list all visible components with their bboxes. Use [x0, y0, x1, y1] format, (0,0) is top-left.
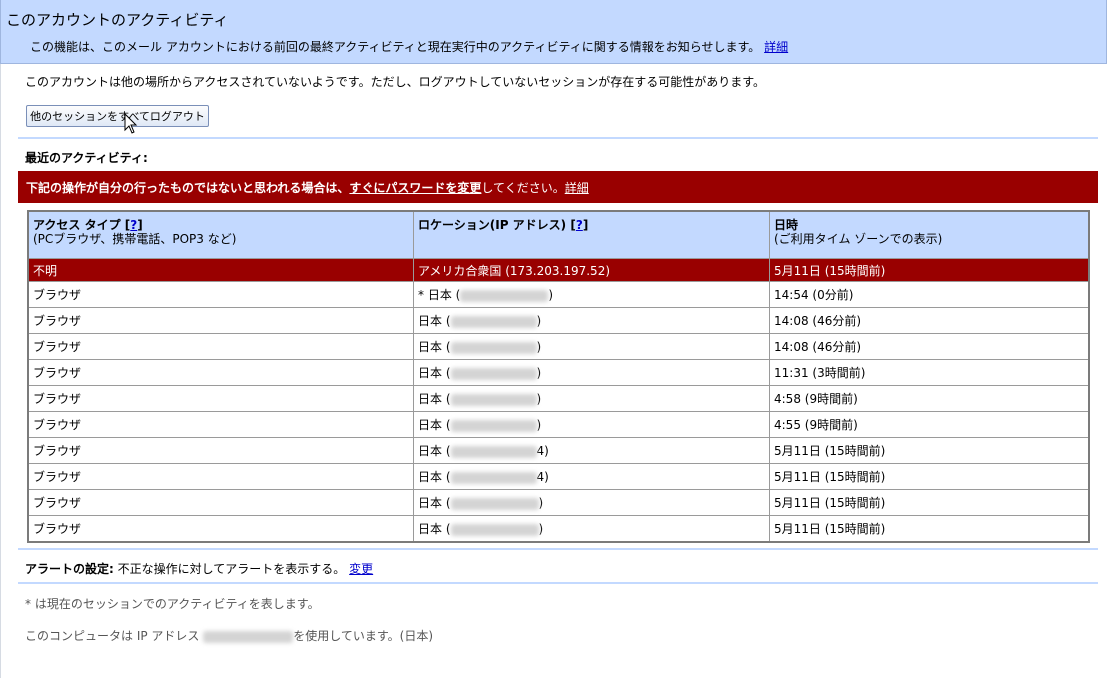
location-cell: 日本 () [413, 333, 770, 360]
warning-details-link[interactable]: 詳細 [565, 181, 589, 195]
location-cell: 日本 () [413, 411, 770, 438]
table-row: ブラウザ * 日本 () 14:54 (0分前) [27, 281, 1090, 308]
time-cell: 5月11日 (15時間前) [769, 489, 1090, 516]
location-cell: 日本 () [413, 489, 770, 516]
location-header: ロケーション(IP アドレス) [?] [413, 210, 770, 259]
time-cell: 5月11日 (15時間前) [769, 258, 1090, 282]
session-notice: このアカウントは他の場所からアクセスされていないようです。ただし、ログアウトして… [25, 75, 766, 89]
access-type-cell: ブラウザ [27, 307, 414, 334]
table-row: ブラウザ 日本 () 11:31 (3時間前) [27, 359, 1090, 386]
activity-table: アクセス タイプ [?] (PCブラウザ、携帯電話、POP3 など) ロケーショ… [27, 210, 1090, 543]
access-type-cell: 不明 [27, 258, 414, 282]
redacted-ip [450, 445, 537, 458]
access-type-cell: ブラウザ [27, 411, 414, 438]
location-help-link[interactable]: ? [576, 218, 583, 232]
location-cell: アメリカ合衆国 (173.203.197.52) [413, 258, 770, 282]
ip-address-note: このコンピュータは IP アドレス を使用しています。(日本) [25, 629, 434, 643]
time-cell: 14:54 (0分前) [769, 281, 1090, 308]
location-cell: 日本 () [413, 359, 770, 386]
section-divider [18, 548, 1098, 550]
table-row-alert: 不明 アメリカ合衆国 (173.203.197.52) 5月11日 (15時間前… [27, 258, 1090, 282]
access-type-cell: ブラウザ [27, 359, 414, 386]
time-cell: 4:58 (9時間前) [769, 385, 1090, 412]
redacted-ip [450, 393, 537, 406]
redacted-ip [450, 315, 537, 328]
alert-setting: アラートの設定: 不正な操作に対してアラートを表示する。 変更 [25, 560, 373, 577]
redacted-ip [450, 497, 539, 510]
table-row: ブラウザ 日本 () 4:55 (9時間前) [27, 411, 1090, 438]
table-row: ブラウザ 日本 (4) 5月11日 (15時間前) [27, 463, 1090, 490]
table-row: ブラウザ 日本 () 5月11日 (15時間前) [27, 515, 1090, 543]
page-header: このアカウントのアクティビティ この機能は、このメール アカウントにおける前回の… [0, 0, 1107, 64]
table-header-row: アクセス タイプ [?] (PCブラウザ、携帯電話、POP3 など) ロケーショ… [27, 210, 1090, 259]
header-details-link[interactable]: 詳細 [764, 40, 788, 54]
location-cell: 日本 (4) [413, 463, 770, 490]
alert-setting-text: 不正な操作に対してアラートを表示する。 [117, 562, 346, 576]
datetime-header: 日時 (ご利用タイム ゾーンでの表示) [769, 210, 1090, 259]
access-type-header: アクセス タイプ [?] (PCブラウザ、携帯電話、POP3 など) [27, 210, 414, 259]
page-title: このアカウントのアクティビティ [6, 11, 229, 29]
redacted-ip [460, 289, 549, 302]
time-cell: 5月11日 (15時間前) [769, 463, 1090, 490]
location-cell: * 日本 () [413, 281, 770, 308]
time-cell: 5月11日 (15時間前) [769, 515, 1090, 543]
redacted-ip [450, 341, 537, 354]
access-type-cell: ブラウザ [27, 281, 414, 308]
time-cell: 5月11日 (15時間前) [769, 437, 1090, 464]
description-text: この機能は、このメール アカウントにおける前回の最終アクティビティと現在実行中の… [30, 40, 761, 54]
recent-activity-label: 最近のアクティビティ: [25, 151, 148, 165]
page-description: この機能は、このメール アカウントにおける前回の最終アクティビティと現在実行中の… [30, 38, 788, 55]
time-cell: 14:08 (46分前) [769, 333, 1090, 360]
change-password-link[interactable]: すぐにパスワードを変更 [349, 181, 481, 195]
location-cell: 日本 () [413, 385, 770, 412]
table-row: ブラウザ 日本 () 14:08 (46分前) [27, 307, 1090, 334]
access-type-cell: ブラウザ [27, 437, 414, 464]
left-divider [0, 64, 1, 678]
warning-text-after: してください。 [481, 181, 565, 195]
section-divider [18, 582, 1098, 584]
access-type-cell: ブラウザ [27, 333, 414, 360]
location-cell: 日本 (4) [413, 437, 770, 464]
alert-setting-label: アラートの設定: [25, 562, 114, 576]
access-type-cell: ブラウザ [27, 385, 414, 412]
redacted-ip [450, 419, 537, 432]
table-row: ブラウザ 日本 (4) 5月11日 (15時間前) [27, 437, 1090, 464]
time-cell: 11:31 (3時間前) [769, 359, 1090, 386]
access-type-cell: ブラウザ [27, 489, 414, 516]
time-cell: 14:08 (46分前) [769, 307, 1090, 334]
redacted-ip [203, 630, 294, 643]
table-row: ブラウザ 日本 () 14:08 (46分前) [27, 333, 1090, 360]
current-session-note: * は現在のセッションでのアクティビティを表します。 [25, 597, 320, 611]
location-cell: 日本 () [413, 307, 770, 334]
time-cell: 4:55 (9時間前) [769, 411, 1090, 438]
access-type-help-link[interactable]: ? [130, 218, 137, 232]
location-cell: 日本 () [413, 515, 770, 543]
redacted-ip [450, 523, 539, 536]
warning-text-before: 下記の操作が自分の行ったものではないと思われる場合は、 [26, 181, 350, 195]
access-type-cell: ブラウザ [27, 463, 414, 490]
redacted-ip [450, 367, 537, 380]
table-row: ブラウザ 日本 () 4:58 (9時間前) [27, 385, 1090, 412]
access-type-cell: ブラウザ [27, 515, 414, 543]
section-divider [18, 137, 1098, 139]
mouse-cursor-icon [124, 113, 138, 134]
logout-other-sessions-button[interactable]: 他のセッションをすべてログアウト [26, 105, 209, 127]
alert-setting-change-link[interactable]: 変更 [349, 562, 373, 576]
password-warning-banner: 下記の操作が自分の行ったものではないと思われる場合は、すぐにパスワードを変更して… [18, 171, 1098, 203]
redacted-ip [450, 471, 537, 484]
table-row: ブラウザ 日本 () 5月11日 (15時間前) [27, 489, 1090, 516]
